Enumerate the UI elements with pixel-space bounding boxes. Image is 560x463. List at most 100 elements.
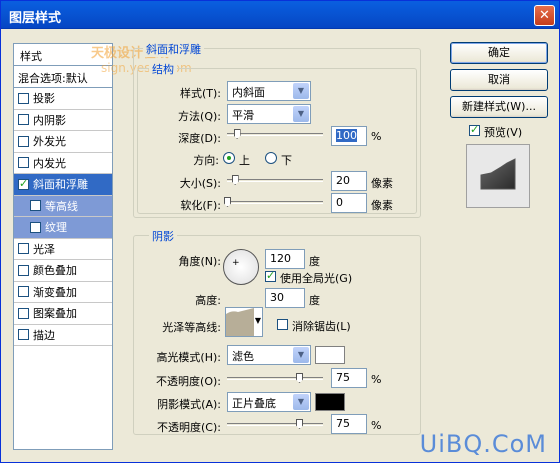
style-list-item[interactable]: 纹理 [14,217,112,239]
highlight-opacity-unit: % [371,373,382,386]
shadow-opacity-unit: % [371,419,382,432]
style-list-item-label: 内发光 [33,156,66,170]
highlight-color-swatch[interactable] [315,346,345,364]
depth-unit: % [371,130,382,143]
angle-dial[interactable]: + [223,249,259,285]
technique-select-value: 平滑 [232,109,254,122]
direction-up-label: 上 [239,154,250,167]
soften-input-value: 0 [336,196,343,209]
shading-title: 阴影 [149,228,177,244]
angle-label: 角度(N): [178,255,221,268]
style-list-item[interactable]: 外发光 [14,131,112,153]
new-style-button[interactable]: 新建样式(W)... [450,96,548,118]
preview-checkbox[interactable] [469,123,480,136]
title-bar[interactable]: 图层样式 ✕ [1,1,559,29]
direction-down-radio[interactable] [265,152,277,164]
depth-slider-track[interactable] [227,133,323,136]
altitude-unit: 度 [309,294,320,307]
style-label: 样式(T): [179,87,221,100]
style-checkbox[interactable] [30,200,41,212]
gloss-contour-label: 光泽等高线: [162,321,221,334]
direction-up-radio[interactable] [223,152,235,164]
shadow-opacity-value: 75 [336,417,350,430]
ok-button[interactable]: 确定 [450,42,548,64]
cancel-button[interactable]: 取消 [450,69,548,91]
style-checkbox[interactable] [18,157,29,169]
preview-shape-icon [480,158,516,190]
highlight-mode-value: 滤色 [232,350,254,363]
style-list-item[interactable]: 等高线 [14,195,112,217]
angle-unit: 度 [309,255,320,268]
style-preview-thumbnail [466,144,530,208]
style-checkbox[interactable] [18,114,29,126]
chevron-down-icon: ▼ [293,106,309,122]
chevron-down-icon: ▼ [254,316,261,325]
style-checkbox[interactable] [18,243,29,255]
global-light-checkbox[interactable] [265,269,276,282]
soften-input[interactable]: 0 [331,193,367,213]
style-list-item[interactable]: 颜色叠加 [14,260,112,282]
close-button[interactable]: ✕ [534,5,555,26]
shadow-opacity-track[interactable] [227,423,323,426]
style-select[interactable]: 内斜面 ▼ [227,81,311,101]
depth-input[interactable]: 100 [331,126,367,146]
shadow-opacity-label: 不透明度(C): [157,421,221,434]
bevel-group-title: 斜面和浮雕 [143,41,204,57]
style-checkbox[interactable] [18,329,29,341]
size-input[interactable]: 20 [331,171,367,191]
highlight-opacity-input[interactable]: 75 [331,368,367,388]
shadow-color-swatch[interactable] [315,393,345,411]
shadow-mode-label: 阴影模式(A): [157,398,221,411]
style-checkbox[interactable] [18,286,29,298]
style-list-item-label: 图案叠加 [33,307,77,321]
style-list-item-label: 等高线 [45,199,78,213]
depth-input-value: 100 [336,129,357,142]
soften-unit: 像素 [371,199,393,212]
style-list-item[interactable]: 内阴影 [14,110,112,131]
style-list-item-label: 投影 [33,92,55,106]
style-checkbox[interactable] [18,264,29,276]
blending-options-item[interactable]: 混合选项:默认 [14,66,112,88]
angle-input-value: 120 [270,252,291,265]
window-title: 图层样式 [9,11,62,26]
angle-input[interactable]: 120 [265,249,305,269]
global-light-label: 使用全局光(G) [280,272,353,285]
style-list-item[interactable]: 斜面和浮雕 [14,174,112,196]
gloss-contour-picker[interactable]: ▼ [225,307,263,337]
depth-label: 深度(D): [178,132,221,145]
style-list-item[interactable]: 内发光 [14,153,112,174]
shadow-opacity-input[interactable]: 75 [331,414,367,434]
size-label: 大小(S): [179,177,221,190]
style-checkbox[interactable] [18,177,29,190]
highlight-mode-select[interactable]: 滤色 ▼ [227,345,311,365]
style-checkbox[interactable] [18,135,29,147]
soften-slider-track[interactable] [227,201,323,204]
watermark-logo: UiBQ.CoM [419,430,547,458]
technique-select[interactable]: 平滑 ▼ [227,104,311,124]
style-list-item[interactable]: 图案叠加 [14,303,112,325]
style-list-item[interactable]: 投影 [14,88,112,110]
highlight-mode-label: 高光模式(H): [156,351,221,364]
altitude-input[interactable]: 30 [265,288,305,308]
style-checkbox[interactable] [30,221,41,233]
preview-label: 预览(V) [484,126,523,139]
close-icon: ✕ [539,8,550,23]
style-list-item[interactable]: 描边 [14,325,112,346]
style-list-item[interactable]: 光泽 [14,239,112,260]
chevron-down-icon: ▼ [293,394,309,410]
size-unit: 像素 [371,177,393,190]
style-list-item-label: 内阴影 [33,113,66,127]
style-checkbox[interactable] [18,307,29,319]
direction-label: 方向: [193,154,219,167]
style-list-item[interactable]: 渐变叠加 [14,282,112,303]
layer-style-dialog: 图层样式 ✕ 样式 混合选项:默认 投影内阴影外发光内发光斜面和浮雕等高线纹理光… [0,0,560,463]
highlight-opacity-track[interactable] [227,377,323,380]
style-checkbox[interactable] [18,92,29,104]
antialias-checkbox[interactable] [277,319,288,330]
highlight-opacity-label: 不透明度(O): [156,375,221,388]
style-list-item-label: 颜色叠加 [33,264,77,278]
shadow-mode-select[interactable]: 正片叠底 ▼ [227,392,311,412]
structure-title: 结构 [149,61,177,77]
size-slider-track[interactable] [227,179,323,182]
style-list-item-label: 描边 [33,328,55,342]
